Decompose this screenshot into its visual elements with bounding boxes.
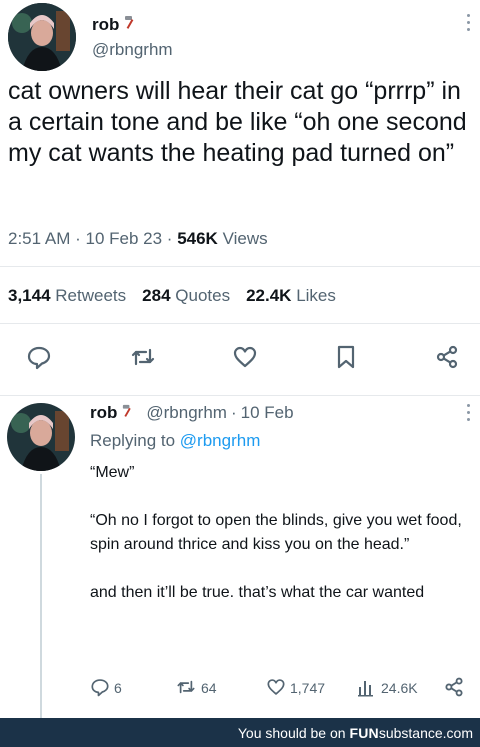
footer-brand-suffix: substance: [378, 724, 443, 741]
reply-paragraph: and then it’ll be true. that’s what the …: [90, 584, 425, 601]
views-label: Views: [222, 229, 268, 248]
replying-to-link[interactable]: @rbngrhm: [180, 431, 261, 450]
share-icon: [443, 676, 465, 701]
reply-icon: [90, 677, 110, 700]
replying-prefix: Replying to: [90, 431, 176, 450]
footer-brand: FUN: [349, 724, 379, 741]
reply-likes-count: 1,747: [290, 680, 326, 696]
retweet-icon[interactable]: [128, 342, 158, 372]
reply-reply-button[interactable]: 6: [90, 676, 122, 700]
replying-to: Replying to @rbngrhm: [90, 431, 260, 451]
reply-date[interactable]: 10 Feb: [241, 403, 294, 423]
reply-like-button[interactable]: 1,747: [266, 676, 325, 700]
quotes-stat[interactable]: 284 Quotes: [142, 286, 230, 306]
tweet-text: cat owners will hear their cat go “prrrp…: [8, 77, 467, 167]
avatar[interactable]: [8, 3, 76, 71]
bookmark-icon[interactable]: [331, 342, 361, 372]
views-icon: [357, 677, 377, 700]
reply-text: “Mew” “Oh no I forgot to open the blinds…: [90, 461, 470, 629]
views-count: 546K: [177, 229, 218, 248]
more-options-icon[interactable]: [466, 14, 472, 34]
divider: [0, 395, 480, 396]
share-icon[interactable]: [432, 342, 462, 372]
reply-share-button[interactable]: [443, 676, 465, 700]
hammer-icon: [123, 14, 139, 35]
reply-paragraph: “Mew”: [90, 464, 135, 481]
author-name[interactable]: rob: [92, 14, 139, 35]
like-icon[interactable]: [230, 342, 260, 372]
footer-brand-domain: .com: [442, 724, 473, 741]
reply-paragraph: “Oh no I forgot to open the blinds, give…: [90, 512, 462, 553]
reply-actions: 6 64 1,747 24.6K: [0, 676, 480, 700]
reply-author-name[interactable]: rob: [90, 403, 117, 423]
reply-author-handle[interactable]: @rbngrhm: [146, 403, 227, 423]
tweet-actions: [0, 342, 480, 372]
watermark-footer: You should be on FUN substance .com: [0, 718, 480, 747]
reply-replies-count: 6: [114, 680, 122, 696]
tweet-time[interactable]: 2:51 AM: [8, 229, 70, 248]
likes-stat[interactable]: 22.4K Likes: [246, 286, 336, 306]
reply-more-options-icon[interactable]: [466, 404, 472, 424]
retweets-stat[interactable]: 3,144 Retweets: [8, 286, 126, 306]
reply-icon[interactable]: [24, 342, 54, 372]
reply-views-count: 24.6K: [381, 680, 418, 696]
reply-retweets-count: 64: [201, 680, 217, 696]
tweet-meta: 2:51 AM · 10 Feb 23 · 546K Views: [8, 229, 268, 248]
author-display-name[interactable]: rob: [92, 15, 119, 35]
reply-header: rob @rbngrhm · 10 Feb: [90, 403, 294, 423]
hammer-icon: [121, 403, 136, 423]
divider: [0, 323, 480, 324]
main-tweet: rob @rbngrhm cat owners will hear their …: [0, 0, 480, 396]
footer-prefix: You should be on: [237, 724, 346, 741]
divider: [0, 266, 480, 267]
reply-avatar[interactable]: [7, 403, 75, 471]
reply-views-button[interactable]: 24.6K: [357, 676, 418, 700]
reply-retweet-button[interactable]: 64: [175, 676, 217, 700]
like-icon: [266, 677, 286, 700]
retweet-icon: [175, 677, 197, 700]
tweet-date[interactable]: 10 Feb 23: [86, 229, 163, 248]
author-handle[interactable]: @rbngrhm: [92, 40, 173, 60]
engagement-stats: 3,144 Retweets 284 Quotes 22.4K Likes: [8, 286, 352, 306]
